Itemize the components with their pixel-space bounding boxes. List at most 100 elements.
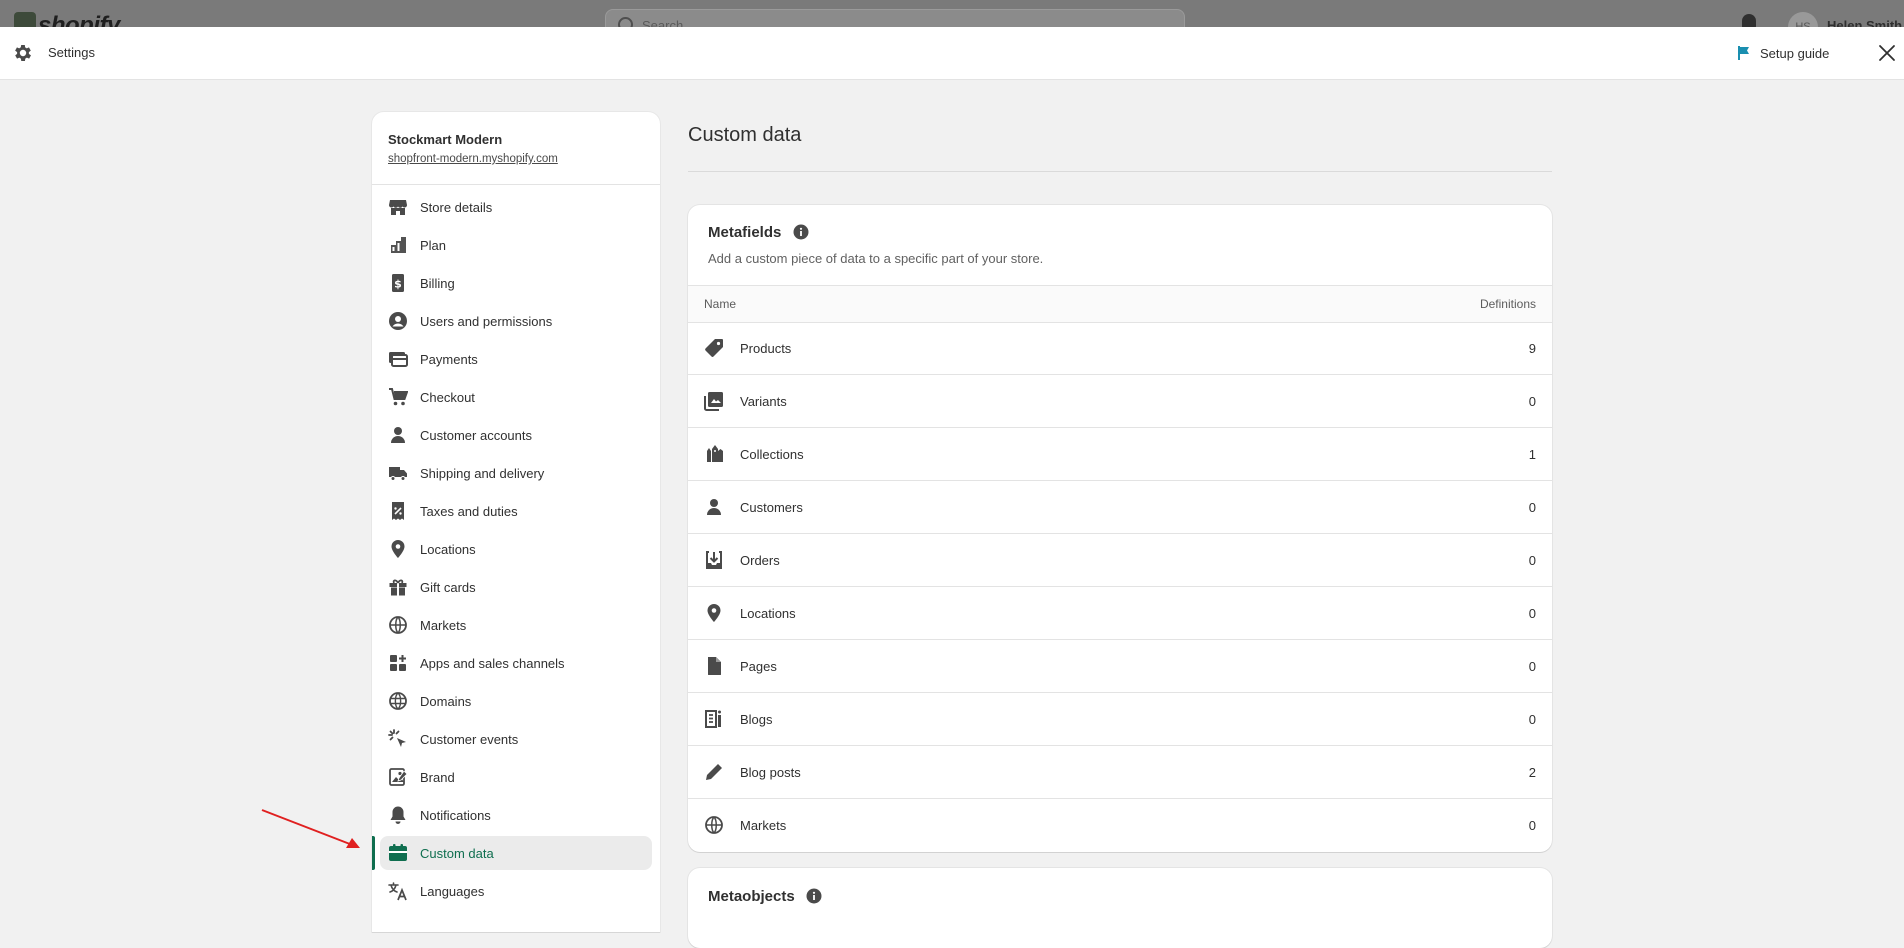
svg-text:$: $ bbox=[394, 278, 402, 291]
store-name: Stockmart Modern bbox=[388, 132, 503, 147]
metafields-subtitle: Add a custom piece of data to a specific… bbox=[708, 251, 1044, 266]
row-count: 2 bbox=[1528, 765, 1536, 780]
row-count: 0 bbox=[1528, 394, 1536, 409]
close-icon[interactable] bbox=[1876, 42, 1898, 64]
table-row[interactable]: Blogs 0 bbox=[688, 693, 1552, 746]
sidebar-item-markets[interactable]: Markets bbox=[380, 608, 652, 642]
metaobjects-title: Metaobjects bbox=[708, 888, 795, 905]
sidebar-item-taxes[interactable]: Taxes and duties bbox=[380, 494, 652, 528]
sidebar-item-label: Brand bbox=[420, 770, 455, 785]
sidebar-item-customer-events[interactable]: Customer events bbox=[380, 722, 652, 756]
store-icon bbox=[389, 200, 407, 215]
sidebar-item-notifications[interactable]: Notifications bbox=[380, 798, 652, 832]
sidebar-item-shipping[interactable]: Shipping and delivery bbox=[380, 456, 652, 490]
avatar: HS bbox=[1788, 12, 1818, 27]
settings-sidebar: Stockmart Modern shopfront-modern.myshop… bbox=[372, 112, 660, 932]
sidebar-item-label: Notifications bbox=[420, 808, 491, 823]
sidebar-item-plan[interactable]: Plan bbox=[380, 228, 652, 262]
inbox-icon bbox=[706, 551, 722, 569]
row-name: Pages bbox=[740, 659, 777, 674]
row-count: 0 bbox=[1528, 553, 1536, 568]
truck-icon bbox=[389, 467, 407, 481]
sidebar-item-users[interactable]: Users and permissions bbox=[380, 304, 652, 338]
metafields-title: Metafields bbox=[708, 224, 782, 241]
table-row[interactable]: Locations 0 bbox=[688, 587, 1552, 640]
tag-icon bbox=[705, 339, 723, 357]
table-row[interactable]: Pages 0 bbox=[688, 640, 1552, 693]
admin-header-backdrop: shopify Search HS Helen Smith bbox=[0, 0, 1904, 27]
sidebar-item-gift-cards[interactable]: Gift cards bbox=[380, 570, 652, 604]
blog-icon bbox=[705, 710, 721, 728]
sidebar-item-customer-accounts[interactable]: Customer accounts bbox=[380, 418, 652, 452]
metafields-table: Products 9 Variants 0 Collections 1 Cust… bbox=[688, 322, 1552, 851]
user-name: Helen Smith bbox=[1827, 18, 1903, 27]
translate-icon bbox=[388, 882, 407, 901]
sidebar-item-custom-data[interactable]: Custom data bbox=[372, 836, 652, 870]
table-row[interactable]: Orders 0 bbox=[688, 534, 1552, 587]
info-icon[interactable] bbox=[793, 224, 809, 240]
table-header: Name Definitions bbox=[688, 285, 1552, 323]
sidebar-item-apps[interactable]: Apps and sales channels bbox=[380, 646, 652, 680]
sidebar-item-brand[interactable]: Brand bbox=[380, 760, 652, 794]
row-count: 0 bbox=[1528, 818, 1536, 833]
sidebar-item-label: Gift cards bbox=[420, 580, 476, 595]
column-header-definitions: Definitions bbox=[1479, 297, 1536, 311]
person-icon bbox=[707, 499, 721, 515]
table-row[interactable]: Collections 1 bbox=[688, 428, 1552, 481]
row-name: Blogs bbox=[740, 712, 773, 727]
row-name: Variants bbox=[740, 394, 787, 409]
row-name: Markets bbox=[740, 818, 787, 833]
shopify-logo-text: shopify bbox=[38, 12, 120, 27]
sidebar-item-store-details[interactable]: Store details bbox=[380, 190, 652, 224]
sidebar-item-label: Markets bbox=[420, 618, 467, 633]
sidebar-item-locations[interactable]: Locations bbox=[380, 532, 652, 566]
pencil-icon bbox=[706, 764, 722, 780]
sidebar-item-label: Payments bbox=[420, 352, 478, 367]
row-count: 0 bbox=[1528, 500, 1536, 515]
person-icon bbox=[391, 427, 405, 443]
row-name: Customers bbox=[740, 500, 803, 515]
store-header: Stockmart Modern shopfront-modern.myshop… bbox=[372, 112, 660, 185]
billing-icon: $ bbox=[392, 274, 404, 292]
payments-icon bbox=[389, 352, 408, 367]
table-row[interactable]: Customers 0 bbox=[688, 481, 1552, 534]
plan-icon bbox=[391, 237, 406, 253]
sidebar-item-domains[interactable]: Domains bbox=[380, 684, 652, 718]
shopify-logo-icon bbox=[14, 12, 36, 27]
row-name: Blog posts bbox=[740, 765, 801, 780]
annotation-arrow-icon bbox=[261, 809, 360, 848]
row-count: 0 bbox=[1528, 712, 1536, 727]
flag-icon bbox=[1738, 46, 1749, 60]
page-icon bbox=[708, 657, 721, 675]
store-url-link[interactable]: shopfront-modern.myshopify.com bbox=[388, 153, 558, 165]
receipt-icon bbox=[392, 502, 404, 520]
info-icon[interactable] bbox=[806, 888, 822, 904]
custom-data-icon bbox=[389, 844, 407, 861]
table-row[interactable]: Markets 0 bbox=[688, 799, 1552, 851]
row-count: 1 bbox=[1528, 447, 1536, 462]
sidebar-item-billing[interactable]: $ Billing bbox=[380, 266, 652, 300]
sidebar-item-label: Taxes and duties bbox=[420, 504, 518, 519]
row-name: Locations bbox=[740, 606, 796, 621]
sidebar-item-label: Plan bbox=[420, 238, 447, 253]
sidebar-item-label: Languages bbox=[420, 884, 485, 899]
table-row[interactable]: Blog posts 2 bbox=[688, 746, 1552, 799]
sidebar-item-label: Apps and sales channels bbox=[420, 656, 565, 671]
gift-icon bbox=[389, 579, 407, 596]
settings-nav: Store details Plan $ Billing Users and p… bbox=[372, 190, 660, 912]
sidebar-item-checkout[interactable]: Checkout bbox=[380, 380, 652, 414]
row-name: Products bbox=[740, 341, 792, 356]
search-placeholder: Search bbox=[642, 18, 684, 27]
sidebar-item-label: Custom data bbox=[420, 846, 494, 861]
table-row[interactable]: Variants 0 bbox=[688, 375, 1552, 428]
metafields-card: Metafields Add a custom piece of data to… bbox=[688, 205, 1552, 852]
collections-icon bbox=[707, 445, 723, 462]
table-row[interactable]: Products 9 bbox=[688, 322, 1552, 375]
settings-topbar: Settings Setup guide bbox=[0, 27, 1904, 80]
sidebar-item-label: Shipping and delivery bbox=[420, 466, 545, 481]
setup-guide-button[interactable]: Setup guide bbox=[1736, 41, 1829, 65]
cart-icon bbox=[389, 388, 408, 406]
sidebar-item-payments[interactable]: Payments bbox=[380, 342, 652, 376]
sidebar-item-languages[interactable]: Languages bbox=[380, 874, 652, 908]
apps-icon bbox=[390, 655, 406, 671]
